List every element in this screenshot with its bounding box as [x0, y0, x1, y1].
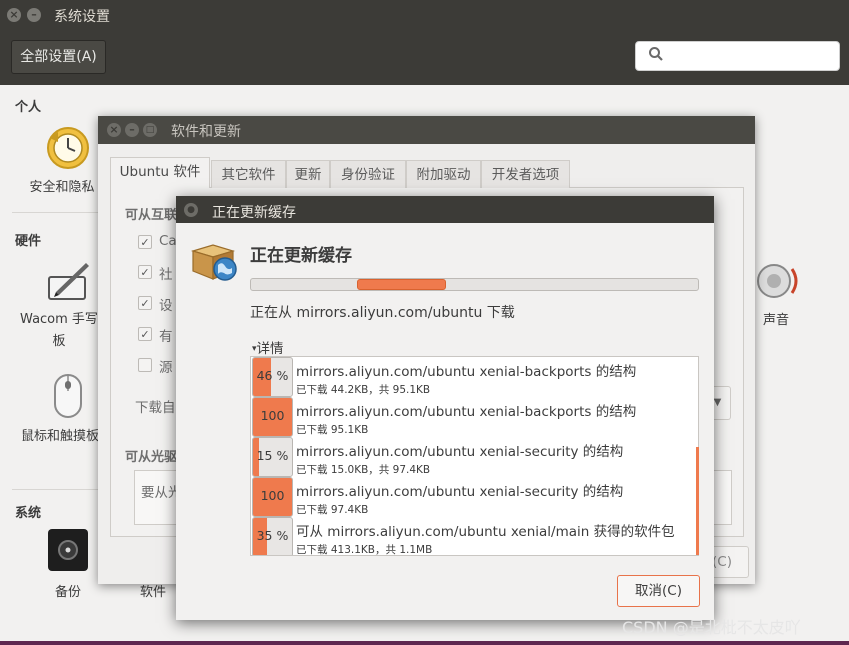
window-title: 软件和更新 [171, 124, 241, 140]
package-globe-icon [189, 241, 239, 283]
list-item: 100 % mirrors.aliyun.com/ubuntu xenial-b… [251, 397, 698, 437]
backup-icon[interactable] [46, 527, 90, 573]
minimize-window-icon[interactable]: – [27, 8, 41, 22]
progress-pulse [357, 279, 446, 290]
item-progress-bar: 35 % [252, 517, 293, 555]
item-progress-bar: 46 % [252, 357, 293, 397]
setting-sound[interactable]: 声音 [752, 309, 800, 328]
watermark: CSDN @是北枇不太皮吖 [622, 618, 801, 637]
list-item: 35 % 可从 mirrors.aliyun.com/ubuntu xenial… [251, 517, 698, 556]
mouse-icon[interactable] [52, 373, 84, 419]
section-hardware: 硬件 [15, 234, 42, 249]
progress-percent: 100 % [260, 488, 285, 503]
tab-other-software[interactable]: 其它软件 [211, 160, 286, 188]
section-personal: 个人 [15, 100, 42, 115]
setting-mouse[interactable]: 鼠标和触摸板 [20, 425, 100, 444]
details-label: 详情 [256, 341, 284, 357]
item-title: mirrors.aliyun.com/ubuntu xenial-securit… [296, 484, 624, 500]
checkbox-checked[interactable]: ✓ [138, 296, 152, 310]
option-label: 社 [159, 267, 173, 283]
list-item: 100 % mirrors.aliyun.com/ubuntu xenial-s… [251, 477, 698, 517]
tab-updates[interactable]: 更新 [286, 160, 330, 188]
tab-ubuntu-software[interactable]: Ubuntu 软件 [110, 157, 210, 188]
dialog-heading: 正在更新缓存 [250, 246, 352, 266]
option-label: Ca [159, 233, 177, 249]
overall-progress-bar [250, 278, 699, 291]
section-system: 系统 [15, 506, 42, 521]
item-title: mirrors.aliyun.com/ubuntu xenial-securit… [296, 444, 624, 460]
progress-percent: 100 % [260, 408, 285, 423]
progress-percent: 46 % [256, 368, 289, 383]
close-window-icon[interactable]: × [107, 123, 121, 137]
minimize-window-icon[interactable]: – [125, 123, 139, 137]
section-divider [12, 212, 100, 213]
item-progress-bar: 15 % [252, 437, 293, 477]
details-expander[interactable]: ▾详情 [252, 337, 284, 357]
list-item: 46 % mirrors.aliyun.com/ubuntu xenial-ba… [251, 357, 698, 397]
section-divider [12, 489, 100, 490]
status-text: 正在从 mirrors.aliyun.com/ubuntu 下载 [250, 305, 515, 321]
tab-authentication[interactable]: 身份验证 [330, 160, 406, 188]
setting-backup[interactable]: 备份 [40, 581, 96, 600]
progress-percent: 35 % [256, 528, 289, 543]
setting-wacom[interactable]: Wacom 手写板 [20, 309, 98, 353]
checkbox-unchecked[interactable] [138, 358, 152, 372]
maximize-window-icon[interactable]: □ [143, 123, 157, 137]
item-progress-bar: 100 % [252, 477, 293, 517]
cdrom-section-title: 可从光驱 [125, 450, 178, 465]
item-progress-bar: 100 % [252, 397, 293, 437]
option-label: 有 [159, 329, 173, 345]
close-window-icon[interactable]: × [7, 8, 21, 22]
search-icon [648, 46, 668, 66]
scrollbar-thumb[interactable] [696, 447, 699, 555]
checkbox-checked[interactable]: ✓ [138, 235, 152, 249]
tab-developer-options[interactable]: 开发者选项 [481, 160, 570, 188]
progress-percent: 15 % [256, 448, 289, 463]
checkbox-checked[interactable]: ✓ [138, 327, 152, 341]
download-from-label: 下载自 [135, 400, 176, 416]
item-title: mirrors.aliyun.com/ubuntu xenial-backpor… [296, 364, 637, 380]
system-settings-titlebar [0, 0, 849, 30]
window-title: 系统设置 [54, 9, 110, 25]
item-subtitle: 已下载 97.4KB [296, 504, 369, 516]
all-settings-button[interactable]: 全部设置(A) [11, 40, 106, 74]
setting-security-privacy[interactable]: 安全和隐私 [24, 176, 100, 195]
close-window-icon[interactable]: ● [184, 203, 198, 217]
option-label: 设 [159, 298, 173, 314]
option-label: 源 [159, 360, 173, 376]
security-privacy-icon[interactable] [44, 124, 92, 172]
dialog-title: 正在更新缓存 [212, 205, 296, 221]
tab-additional-drivers[interactable]: 附加驱动 [406, 160, 481, 188]
item-subtitle: 已下载 44.2KB，共 95.1KB [296, 384, 431, 396]
item-title: 可从 mirrors.aliyun.com/ubuntu xenial/main… [296, 524, 675, 540]
item-subtitle: 已下载 15.0KB，共 97.4KB [296, 464, 431, 476]
details-list[interactable]: 46 % mirrors.aliyun.com/ubuntu xenial-ba… [250, 356, 699, 556]
desktop-strip [0, 641, 849, 645]
item-subtitle: 已下载 95.1KB [296, 424, 369, 436]
cancel-button[interactable]: 取消(C) [617, 575, 700, 607]
list-item: 15 % mirrors.aliyun.com/ubuntu xenial-se… [251, 437, 698, 477]
sound-icon[interactable] [754, 259, 802, 303]
item-subtitle: 已下载 413.1KB，共 1.1MB [296, 544, 433, 556]
checkbox-checked[interactable]: ✓ [138, 265, 152, 279]
item-title: mirrors.aliyun.com/ubuntu xenial-backpor… [296, 404, 637, 420]
wacom-tablet-icon[interactable] [46, 259, 92, 303]
